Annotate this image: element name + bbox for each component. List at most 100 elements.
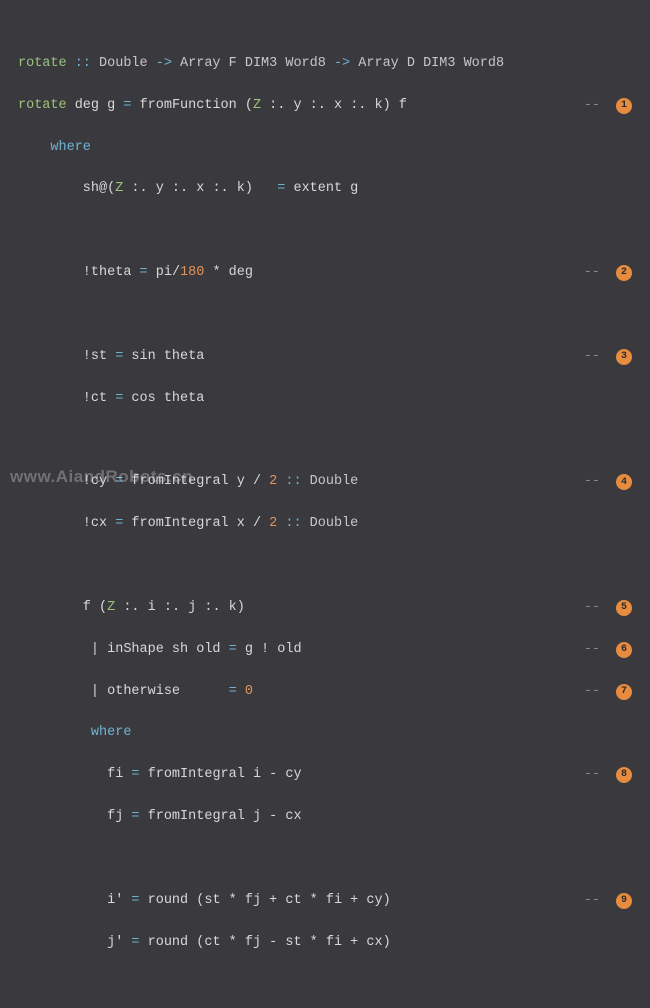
ctor: Z [107, 600, 115, 615]
annotation-badge: 7 [616, 684, 632, 700]
txt [237, 684, 245, 699]
dcolon: :: [277, 474, 309, 489]
txt: pi/ [148, 265, 180, 280]
code-line: where [18, 723, 632, 744]
txt: extent g [285, 181, 358, 196]
number: 0 [245, 684, 253, 699]
code-line: | inShape sh old = g ! old -- 6 [18, 640, 632, 661]
txt: :. i :. j :. k) [115, 600, 245, 615]
annotation-badge: 6 [616, 642, 632, 658]
arrow: -> [326, 56, 358, 71]
comment-dash: -- [584, 472, 608, 493]
txt: round (st * fj + ct * fi + cy) [140, 893, 391, 908]
dcolon: :: [277, 516, 309, 531]
eq: = [229, 642, 237, 657]
kw-where: where [91, 725, 132, 740]
arrow: -> [148, 56, 180, 71]
txt: round (ct * fj - st * fi + cx) [140, 935, 391, 950]
txt: !cx [18, 516, 115, 531]
eq: = [115, 516, 123, 531]
txt: i' [18, 893, 131, 908]
code-line: fi = fromIntegral i - cy -- 8 [18, 765, 632, 786]
txt: | inShape sh old [18, 642, 229, 657]
code-line: | otherwise = 0 -- 7 [18, 682, 632, 703]
comment-dash: -- [584, 640, 608, 661]
code-line: f (Z :. i :. j :. k) -- 5 [18, 598, 632, 619]
blank-line [18, 430, 632, 451]
comment-dash: -- [584, 682, 608, 703]
txt: !ct [18, 391, 115, 406]
code-line: !theta = pi/180 * deg -- 2 [18, 263, 632, 284]
eq: = [229, 684, 237, 699]
txt: g ! old [237, 642, 302, 657]
comment-dash: -- [584, 598, 608, 619]
annotation-badge: 5 [616, 600, 632, 616]
txt: cos theta [123, 391, 204, 406]
annotation-badge: 8 [616, 767, 632, 783]
comment-dash: -- [584, 347, 608, 368]
txt: f ( [18, 600, 107, 615]
code-line: sh@(Z :. y :. x :. k) = extent g [18, 179, 632, 200]
comment-dash: -- [584, 96, 608, 117]
comment-dash: -- [584, 891, 608, 912]
txt: fj [18, 809, 131, 824]
txt: fi [18, 767, 131, 782]
comment-dash: -- [584, 765, 608, 786]
annotation-badge: 2 [616, 265, 632, 281]
number: 180 [180, 265, 204, 280]
txt: sh@( [18, 181, 115, 196]
indent [18, 725, 91, 740]
type: Double [310, 516, 359, 531]
txt: :. y :. x :. k) f [261, 98, 407, 113]
blank-line [18, 305, 632, 326]
blank-line [18, 974, 632, 995]
blank-line [18, 221, 632, 242]
annotation-badge: 4 [616, 474, 632, 490]
comment-dash: -- [584, 263, 608, 284]
txt: !st [18, 349, 115, 364]
txt: fromIntegral y / [123, 474, 269, 489]
txt: !theta [18, 265, 140, 280]
txt: fromIntegral j - cx [140, 809, 302, 824]
txt: sin theta [123, 349, 204, 364]
eq: = [131, 767, 139, 782]
txt: fromIntegral x / [123, 516, 269, 531]
type: Double [99, 56, 148, 71]
eq: = [131, 809, 139, 824]
code-line: j' = round (ct * fj - st * fi + cx) [18, 933, 632, 954]
code-line: rotate deg g = fromFunction (Z :. y :. x… [18, 96, 632, 117]
type: Double [310, 474, 359, 489]
code-block: rotate :: Double -> Array F DIM3 Word8 -… [0, 0, 650, 1008]
type: Array F DIM3 Word8 [180, 56, 326, 71]
code-line: where [18, 138, 632, 159]
code-line: !st = sin theta-- 3 [18, 347, 632, 368]
txt: * deg [204, 265, 253, 280]
fn-name: rotate [18, 98, 67, 113]
code-line: !cx = fromIntegral x / 2 :: Double [18, 514, 632, 535]
txt: fromIntegral i - cy [140, 767, 302, 782]
txt: fromFunction ( [131, 98, 253, 113]
txt: :. y :. x :. k) [123, 181, 277, 196]
code-line: !cy = fromIntegral y / 2 :: Double-- 4 [18, 472, 632, 493]
number: 2 [269, 516, 277, 531]
kw-where: where [50, 140, 91, 155]
dcolon: :: [67, 56, 99, 71]
txt: j' [18, 935, 131, 950]
eq: = [131, 893, 139, 908]
blank-line [18, 556, 632, 577]
ctor: Z [253, 98, 261, 113]
type: Array D DIM3 Word8 [358, 56, 504, 71]
txt: | otherwise [18, 684, 229, 699]
eq: = [140, 265, 148, 280]
txt: !cy [18, 474, 115, 489]
code-line: !ct = cos theta [18, 389, 632, 410]
annotation-badge: 1 [616, 98, 632, 114]
txt: deg g [67, 98, 124, 113]
annotation-badge: 3 [616, 349, 632, 365]
eq: = [131, 935, 139, 950]
indent [18, 140, 50, 155]
code-line: rotate :: Double -> Array F DIM3 Word8 -… [18, 54, 632, 75]
annotation-badge: 9 [616, 893, 632, 909]
fn-name: rotate [18, 56, 67, 71]
code-line: fj = fromIntegral j - cx [18, 807, 632, 828]
